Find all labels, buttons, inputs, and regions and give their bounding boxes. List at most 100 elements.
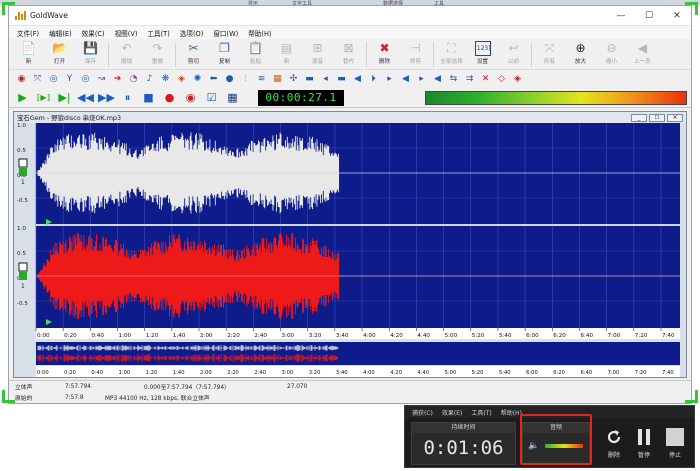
effect-tool-icon[interactable]: ◎ [79,73,92,86]
timeline-label: 7:00 [608,333,621,339]
transport-button[interactable]: ▶ [15,90,30,105]
menu-item[interactable]: 效果(C) [77,28,110,38]
paste-button[interactable]: 📋 粘贴 [240,41,271,65]
effect-tool-icon[interactable]: ◇ [495,73,508,86]
cut-button[interactable]: ✂ 剪切 [178,41,209,65]
effect-tool-icon[interactable]: ◈ [175,73,188,86]
copy-icon: ❐ [219,41,230,55]
set-label: 设置 [476,59,489,65]
effect-tool-icon[interactable]: ⇉ [463,73,476,86]
effect-tool-icon[interactable]: ▬ [303,73,316,86]
recorder-menu-item[interactable]: 工具(T) [471,408,491,417]
menu-item[interactable]: 文件(F) [12,28,44,38]
copy-button[interactable]: ❐ 复制 [209,41,240,65]
effect-tool-icon[interactable]: ✣ [287,73,300,86]
open-button[interactable]: 📂 打开 [44,41,75,65]
maximize-button[interactable]: ☐ [635,6,663,26]
zoom-out-button[interactable]: ⊖ 缩小 [596,41,627,65]
waveform-svg[interactable]: 1.00.50.0-0.51.00.50.0-0.5110:000:200:40… [14,123,686,377]
effect-tool-icon[interactable]: ▦ [271,73,284,86]
recorder-menu-item[interactable]: 帮助(H) [501,408,522,417]
effect-tool-icon[interactable]: Y [63,73,76,86]
effect-tool-icon[interactable]: ⬅ [207,73,220,86]
zoom-out-label: 缩小 [605,59,618,65]
effect-tool-icon[interactable]: ✺ [191,73,204,86]
effect-tool-icon[interactable]: ⏵ [367,73,380,86]
redo-button[interactable]: ↷ 重做 [142,41,173,65]
timeline-label: 1:00 [119,333,132,339]
trim-button[interactable]: ⊣ 修剪 [400,41,431,65]
paste-icon: 📋 [248,41,263,55]
transport-button[interactable]: ⟦▶⟧ [36,90,51,105]
transport-button[interactable]: ◀◀ [77,90,94,105]
recorder-menu-item[interactable]: 捕获(C) [412,408,433,417]
transport-button[interactable]: ● [162,90,177,105]
effect-tool-icon[interactable]: ▸ [415,73,428,86]
time-counter: 00:00:27.1 [258,89,344,106]
effect-tool-icon[interactable]: ♪ [143,73,156,86]
effect-tool-icon[interactable]: ◂ [319,73,332,86]
transport-button[interactable]: ◉ [183,90,198,105]
effect-tool-icon[interactable]: ≋ [255,73,268,86]
effect-tool-icon[interactable]: ❋ [159,73,172,86]
cut-label: 剪切 [187,59,200,65]
pause-button[interactable]: 暂停 [631,426,657,459]
transport-button[interactable]: ▦ [225,90,240,105]
effect-tool-icon[interactable]: ▸ [383,73,396,86]
transport-button[interactable]: ■ [141,90,156,105]
effect-tool-icon[interactable]: ⇆ [447,73,460,86]
delete-button[interactable]: ✖ 删除 [369,41,400,65]
transport-button[interactable]: ⏸ [120,90,135,105]
effect-tool-icon[interactable]: ↝ [95,73,108,86]
effect-tool-icon[interactable]: ✕ [479,73,492,86]
effect-tool-icon[interactable]: ◀ [431,73,444,86]
channel-enable-icon[interactable] [19,168,27,176]
effect-tool-icon[interactable]: ▬ [335,73,348,86]
effect-tool-icon[interactable]: ◎ [47,73,60,86]
select-all-button[interactable]: ⛶ 全部选择 [436,41,467,65]
channel-toggle[interactable] [18,262,28,272]
effect-tool-icon[interactable]: ⫶ [239,73,252,86]
minimize-button[interactable]: — [607,6,635,26]
zoom-in-button[interactable]: ⊕ 放大 [565,41,596,65]
channel-toggle[interactable] [18,158,28,168]
recorder-menu-item[interactable]: 效果(E) [442,408,462,417]
redo-icon: ↷ [152,41,163,55]
menu-item[interactable]: 工具(T) [142,28,174,38]
doc-close-button[interactable]: ✕ [667,113,683,122]
menu-item[interactable]: 视图(V) [110,28,143,38]
stop-button[interactable]: 停止 [662,426,688,459]
effect-tool-icon[interactable]: ◉ [15,73,28,86]
menu-item[interactable]: 窗口(W) [208,28,243,38]
menu-item[interactable]: 帮助(H) [243,28,276,38]
effect-tool-icon[interactable]: ➔ [111,73,124,86]
doc-minimize-button[interactable]: _ [631,113,647,122]
timeline-label: 2:00 [200,333,213,339]
save-button[interactable]: 💾 保存 [75,41,106,65]
effect-tool-icon[interactable]: ● [223,73,236,86]
transport-button[interactable]: ▶| [57,90,72,105]
delete-button[interactable]: 删除 [601,426,627,459]
effect-tool-icon[interactable]: ⤧ [31,73,44,86]
all-button[interactable]: ⤧ 所有 [534,41,565,65]
effect-tool-icon[interactable]: ◈ [511,73,524,86]
set-button[interactable]: [123] 设置 [467,41,498,65]
doc-maximize-button[interactable]: ☐ [649,113,665,122]
effect-tool-icon[interactable]: ◀ [399,73,412,86]
menu-item[interactable]: 编辑(E) [44,28,77,38]
mix-button[interactable]: ⊞ 混音 [302,41,333,65]
menu-item[interactable]: 选项(O) [175,28,209,38]
effect-tool-icon[interactable]: ◔ [127,73,140,86]
effect-tool-icon[interactable]: ◀ [351,73,364,86]
paste-new-button[interactable]: ▤ 新 [271,41,302,65]
transport-button[interactable]: ☑ [204,90,219,105]
waveform-area[interactable]: 1.00.50.0-0.51.00.50.0-0.5110:000:200:40… [14,123,686,379]
channel-enable-icon[interactable] [19,272,27,280]
zoom-out-icon: ⊖ [606,41,617,55]
new-button[interactable]: 📄 新 [13,41,44,65]
replace-button[interactable]: ⊠ 替代 [333,41,364,65]
undo-button[interactable]: ↶ 撤销 [111,41,142,65]
prev-page-button[interactable]: ◀ 上一页 [627,41,658,65]
previous-button[interactable]: ↩ 以前 [498,41,529,65]
transport-button[interactable]: ▶▶ [98,90,115,105]
